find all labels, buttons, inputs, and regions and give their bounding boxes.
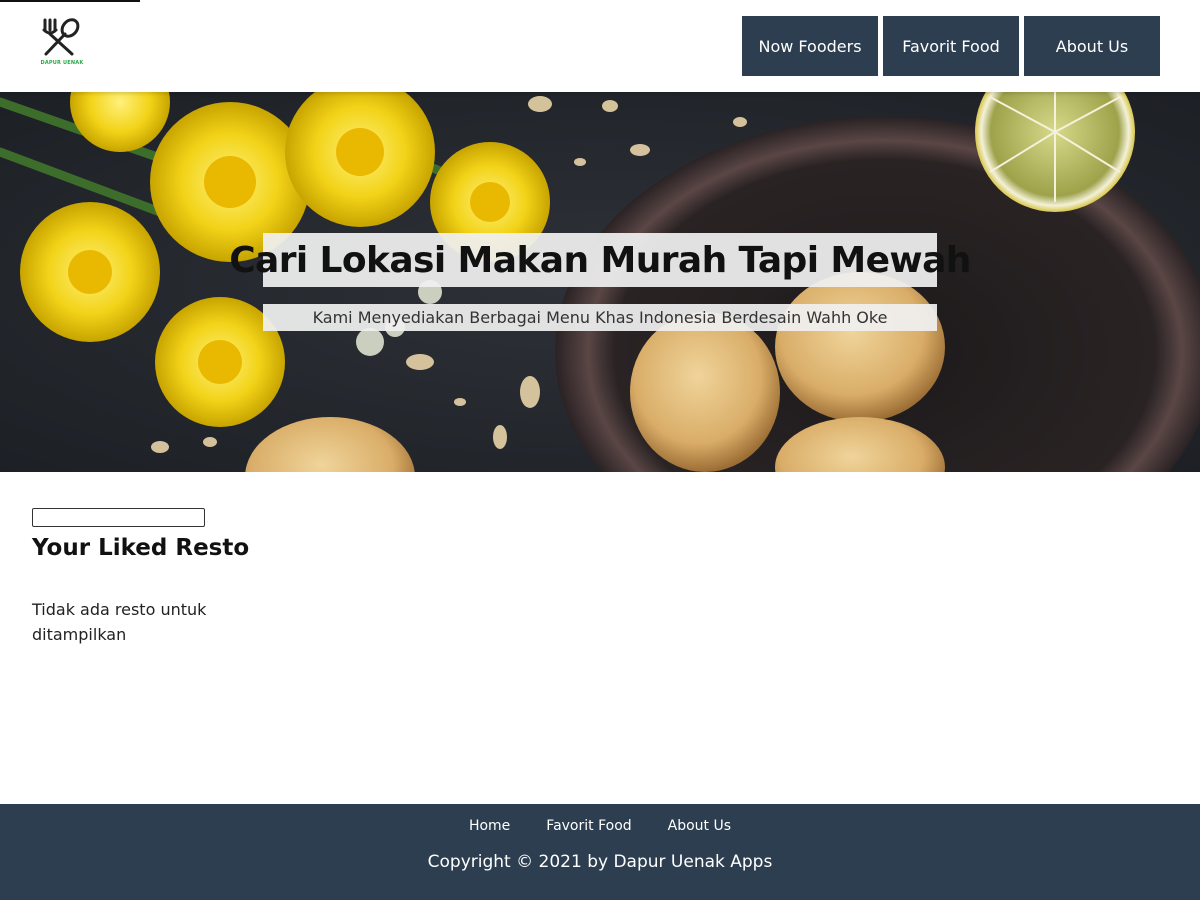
footer-link-about-us[interactable]: About Us	[668, 818, 731, 834]
logo-text: DAPUR UENAK	[40, 60, 84, 66]
fork-spoon-icon	[42, 18, 80, 56]
main-content: Your Liked Resto Tidak ada resto untuk d…	[32, 508, 432, 647]
liked-resto-heading: Your Liked Resto	[32, 535, 250, 561]
footer-nav: Home Favorit Food About Us	[0, 818, 1200, 834]
search-input[interactable]	[32, 508, 205, 527]
app-logo[interactable]: DAPUR UENAK	[36, 16, 88, 70]
app-footer: Home Favorit Food About Us Copyright © 2…	[0, 804, 1200, 900]
app-header: DAPUR UENAK Now Fooders Favorit Food Abo…	[0, 0, 1200, 92]
hero-banner: Cari Lokasi Makan Murah Tapi Mewah Kami …	[0, 92, 1200, 472]
footer-link-home[interactable]: Home	[469, 818, 510, 834]
nav-favorit-food-button[interactable]: Favorit Food	[883, 16, 1019, 76]
copyright-text: Copyright © 2021 by Dapur Uenak Apps	[427, 852, 773, 872]
nav-now-fooders-button[interactable]: Now Fooders	[742, 16, 878, 76]
empty-state-message: Tidak ada resto untuk ditampilkan	[32, 600, 207, 644]
main-nav: Now Fooders Favorit Food About Us	[742, 16, 1160, 76]
nav-about-us-button[interactable]: About Us	[1024, 16, 1160, 76]
footer-link-favorit-food[interactable]: Favorit Food	[546, 818, 631, 834]
hero-subtitle: Kami Menyediakan Berbagai Menu Khas Indo…	[263, 304, 937, 331]
hero-title: Cari Lokasi Makan Murah Tapi Mewah	[229, 233, 971, 287]
top-line-divider	[0, 0, 140, 2]
